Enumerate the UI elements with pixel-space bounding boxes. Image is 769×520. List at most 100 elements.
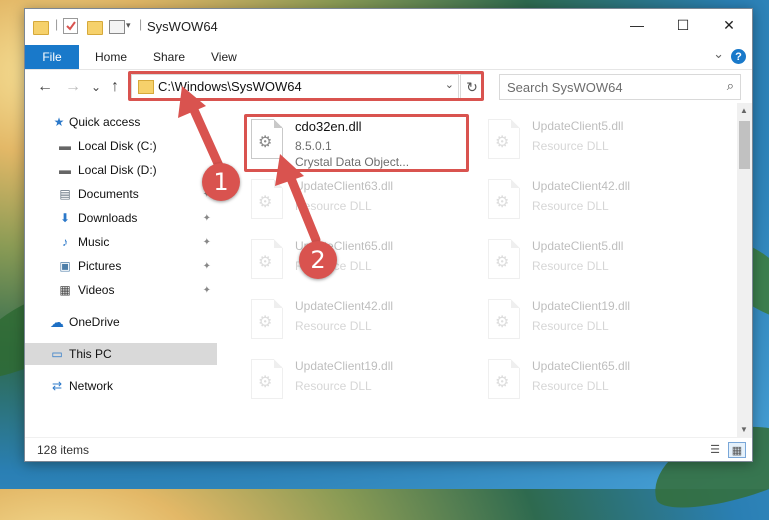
- sidebar-item-videos[interactable]: ▦ Videos ✦: [25, 279, 217, 301]
- dll-file-icon: ⚙: [488, 299, 520, 339]
- explorer-window: | ▾ | SysWOW64 — ☐ ✕ File Home Share Vie…: [24, 8, 753, 462]
- cloud-icon: ☁: [50, 313, 64, 330]
- star-icon: ★: [53, 115, 65, 129]
- customize-dropdown-icon[interactable]: [109, 20, 125, 34]
- details-view-icon[interactable]: ☰: [707, 442, 723, 456]
- search-icon[interactable]: ⌕: [727, 78, 734, 94]
- sidebar-item-label: Documents: [78, 187, 139, 201]
- tab-view[interactable]: View: [211, 45, 237, 69]
- sidebar-item-this-pc[interactable]: ▭ This PC: [25, 343, 217, 365]
- sidebar-item-downloads[interactable]: ⬇ Downloads ✦: [25, 207, 217, 229]
- pin-icon[interactable]: ✦: [203, 237, 211, 248]
- dll-file-icon: ⚙: [251, 359, 283, 399]
- pin-icon[interactable]: ✦: [203, 261, 211, 272]
- file-item[interactable]: ⚙ UpdateClient63.dll Resource DLL: [245, 175, 475, 229]
- recent-locations-button[interactable]: ⌄: [91, 80, 101, 94]
- file-item[interactable]: ⚙ UpdateClient65.dll Resource DLL: [482, 355, 712, 409]
- chevron-down-icon[interactable]: ▾: [126, 20, 131, 31]
- sidebar-item-label: Downloads: [78, 211, 138, 225]
- file-item[interactable]: ⚙ UpdateClient19.dll Resource DLL: [245, 355, 475, 409]
- file-name: UpdateClient63.dll: [295, 179, 394, 193]
- drive-icon: ▬: [59, 139, 71, 153]
- tiles-view-icon[interactable]: ▦: [728, 442, 746, 458]
- item-count: 128 items: [37, 443, 90, 457]
- dll-file-icon: ⚙: [488, 119, 520, 159]
- search-box[interactable]: Search SysWOW64 ⌕: [499, 74, 741, 100]
- step-marker-1: 1: [202, 163, 240, 201]
- file-name: UpdateClient42.dll: [532, 179, 631, 193]
- minimize-button[interactable]: —: [614, 9, 660, 41]
- sidebar-item-documents[interactable]: ▤ Documents ✦: [25, 183, 217, 205]
- music-icon: ♪: [62, 235, 68, 249]
- file-name: UpdateClient19.dll: [295, 359, 394, 373]
- new-folder-icon[interactable]: [87, 19, 103, 35]
- sidebar-item-label: Music: [78, 235, 110, 249]
- folder-icon: [33, 19, 49, 35]
- dll-file-icon: ⚙: [488, 179, 520, 219]
- file-name: UpdateClient19.dll: [532, 299, 631, 313]
- sidebar-item-pictures[interactable]: ▣ Pictures ✦: [25, 255, 217, 277]
- file-type: Resource DLL: [295, 199, 372, 213]
- file-type: Resource DLL: [532, 139, 609, 153]
- tab-file[interactable]: File: [25, 45, 79, 69]
- close-button[interactable]: ✕: [706, 9, 752, 41]
- file-item[interactable]: ⚙ UpdateClient65.dll Resource DLL: [245, 235, 475, 289]
- file-highlight-box: [244, 114, 469, 172]
- sidebar-item-network[interactable]: ⇄ Network: [25, 375, 217, 397]
- address-row: ← → ⌄ ↑ C:\Windows\SysWOW64 ⌄ ↻ Search S…: [25, 69, 752, 104]
- video-icon: ▦: [59, 283, 71, 297]
- status-bar: 128 items ☰ ▦: [25, 437, 752, 462]
- dll-file-icon: ⚙: [488, 239, 520, 279]
- file-type: Resource DLL: [532, 319, 609, 333]
- toolbar-separator: |: [55, 17, 59, 31]
- file-type: Resource DLL: [295, 379, 372, 393]
- file-type: Resource DLL: [532, 199, 609, 213]
- tab-share[interactable]: Share: [153, 45, 185, 69]
- computer-icon: ▭: [51, 347, 63, 361]
- sidebar-item-quick-access[interactable]: ★ Quick access: [25, 111, 217, 133]
- toolbar-separator: |: [139, 17, 143, 31]
- file-item[interactable]: ⚙ UpdateClient19.dll Resource DLL: [482, 295, 712, 349]
- file-list: ⚙ cdo32en.dll 8.5.0.1 Crystal Data Objec…: [217, 103, 737, 437]
- sidebar-item-label: OneDrive: [69, 315, 120, 329]
- up-button[interactable]: ↑: [111, 78, 119, 96]
- maximize-button[interactable]: ☐: [660, 9, 706, 41]
- scroll-down-icon[interactable]: ▼: [740, 425, 748, 434]
- file-item[interactable]: ⚙ UpdateClient42.dll Resource DLL: [245, 295, 475, 349]
- file-type: Resource DLL: [532, 259, 609, 273]
- expand-ribbon-icon[interactable]: ⌄: [713, 46, 724, 62]
- file-name: UpdateClient65.dll: [532, 359, 631, 373]
- file-item[interactable]: ⚙ UpdateClient5.dll Resource DLL: [482, 115, 712, 169]
- back-button[interactable]: ←: [37, 78, 53, 96]
- scroll-up-icon[interactable]: ▲: [740, 106, 748, 115]
- sidebar-item-music[interactable]: ♪ Music ✦: [25, 231, 217, 253]
- file-name: UpdateClient5.dll: [532, 239, 624, 253]
- search-input[interactable]: Search SysWOW64: [507, 80, 623, 95]
- sidebar-item-label: Local Disk (D:): [78, 163, 157, 177]
- tab-home[interactable]: Home: [95, 45, 127, 69]
- properties-check-icon[interactable]: [63, 18, 78, 34]
- forward-button[interactable]: →: [65, 78, 81, 96]
- sidebar-item-local-disk-c[interactable]: ▬ Local Disk (C:): [25, 135, 217, 157]
- vertical-scrollbar[interactable]: ▲ ▼: [737, 103, 752, 437]
- dll-file-icon: ⚙: [488, 359, 520, 399]
- pin-icon[interactable]: ✦: [203, 213, 211, 224]
- dll-file-icon: ⚙: [251, 239, 283, 279]
- file-type: Resource DLL: [295, 319, 372, 333]
- file-item[interactable]: ⚙ UpdateClient5.dll Resource DLL: [482, 235, 712, 289]
- window-title: SysWOW64: [147, 19, 218, 34]
- sidebar-item-local-disk-d[interactable]: ▬ Local Disk (D:): [25, 159, 217, 181]
- help-icon[interactable]: ?: [731, 49, 746, 64]
- pin-icon[interactable]: ✦: [203, 285, 211, 296]
- network-icon: ⇄: [51, 379, 63, 393]
- scrollbar-thumb[interactable]: [739, 121, 750, 169]
- step-marker-2: 2: [299, 241, 337, 279]
- sidebar-item-onedrive[interactable]: ☁ OneDrive: [25, 311, 217, 333]
- ribbon-tabs: File Home Share View ⌄ ?: [25, 45, 752, 69]
- dll-file-icon: ⚙: [251, 179, 283, 219]
- sidebar-item-label: Pictures: [78, 259, 122, 273]
- navigation-pane: ★ Quick access ▬ Local Disk (C:) ▬ Local…: [25, 103, 217, 437]
- file-item[interactable]: ⚙ UpdateClient42.dll Resource DLL: [482, 175, 712, 229]
- file-name: UpdateClient5.dll: [532, 119, 624, 133]
- address-highlight-box: [128, 71, 484, 101]
